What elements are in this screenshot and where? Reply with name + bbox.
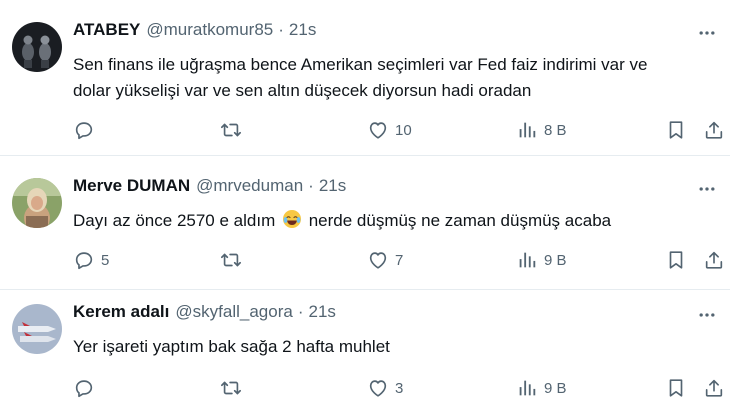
tweet-text-part: nerde düşmüş ne zaman düşmüş acaba — [308, 211, 612, 230]
bookmark-button[interactable] — [665, 374, 687, 402]
tweet-header: Kerem adalı @skyfall_agora · 21s — [73, 302, 336, 322]
user-handle[interactable]: @skyfall_agora — [175, 302, 292, 322]
separator-dot: · — [278, 20, 284, 39]
reply-button[interactable] — [73, 374, 101, 402]
like-icon — [367, 119, 389, 141]
more-icon[interactable] — [694, 176, 720, 202]
bookmark-icon — [665, 119, 687, 141]
retweet-icon — [220, 119, 242, 141]
views-icon — [516, 119, 538, 141]
share-button[interactable] — [703, 374, 725, 402]
bookmark-button[interactable] — [665, 246, 687, 274]
action-bar: 10 8 B — [73, 116, 720, 144]
separator-dot: · — [297, 302, 304, 321]
timestamp[interactable]: 21s — [289, 20, 316, 40]
tweet-text-part: Dayı az önce 2570 e aldım — [73, 211, 276, 230]
views-icon — [516, 377, 538, 399]
tweet[interactable]: Merve DUMAN @mrveduman · 21s Dayı az önc… — [0, 156, 730, 290]
user-handle[interactable]: @mrveduman — [196, 176, 303, 196]
timestamp[interactable]: 21s — [319, 176, 346, 196]
like-icon — [367, 249, 389, 271]
tweet-text-line: Yer işareti yaptım bak sağa 2 hafta muhl… — [73, 337, 390, 356]
views-button[interactable]: 8 B — [516, 116, 567, 144]
display-name[interactable]: Kerem adalı — [73, 302, 169, 322]
bookmark-button[interactable] — [665, 116, 687, 144]
tweet-header: Merve DUMAN @mrveduman · 21s — [73, 176, 346, 196]
avatar[interactable] — [12, 22, 62, 72]
more-icon[interactable] — [694, 20, 720, 46]
reply-count: 5 — [101, 251, 110, 269]
views-button[interactable]: 9 B — [516, 246, 567, 274]
more-icon[interactable] — [694, 302, 720, 328]
views-icon — [516, 249, 538, 271]
views-count: 9 B — [544, 251, 567, 269]
retweet-button[interactable] — [220, 374, 248, 402]
bookmark-icon — [665, 377, 687, 399]
reply-icon — [73, 377, 95, 399]
retweet-button[interactable] — [220, 246, 248, 274]
like-icon — [367, 377, 389, 399]
avatar[interactable] — [12, 178, 62, 228]
like-button[interactable]: 10 — [367, 116, 412, 144]
reply-icon — [73, 119, 95, 141]
share-button[interactable] — [703, 246, 725, 274]
separator-dot: · — [308, 176, 314, 195]
tweet-text: Dayı az önce 2570 e aldım nerde düşmüş n… — [73, 208, 710, 234]
like-button[interactable]: 7 — [367, 246, 403, 274]
like-count: 10 — [395, 121, 412, 139]
tweet-text-line: dolar yükselişi var ve sen altın düşecek… — [73, 81, 532, 100]
timestamp[interactable]: 21s — [309, 302, 336, 322]
tweet-header: ATABEY @muratkomur85 · 21s — [73, 20, 316, 40]
like-count: 3 — [395, 379, 404, 397]
action-bar: 5 7 9 B — [73, 246, 720, 274]
display-name[interactable]: Merve DUMAN — [73, 176, 190, 196]
reply-button[interactable] — [73, 116, 101, 144]
like-count: 7 — [395, 251, 404, 269]
tweet-text: Yer işareti yaptım bak sağa 2 hafta muhl… — [73, 334, 710, 360]
avatar[interactable] — [12, 304, 62, 354]
reply-button[interactable]: 5 — [73, 246, 109, 274]
views-count: 9 B — [544, 379, 567, 397]
tweet[interactable]: Kerem adalı @skyfall_agora · 21s Yer işa… — [0, 290, 730, 420]
share-button[interactable] — [703, 116, 725, 144]
retweet-icon — [220, 377, 242, 399]
tweet[interactable]: ATABEY @muratkomur85 · 21s Sen finans il… — [0, 0, 730, 156]
reply-icon — [73, 249, 95, 271]
tweet-text: Sen finans ile uğraşma bence Amerikan se… — [73, 52, 710, 104]
tears-of-joy-emoji-icon — [282, 210, 301, 228]
display-name[interactable]: ATABEY — [73, 20, 140, 40]
share-icon — [703, 249, 725, 271]
retweet-icon — [220, 249, 242, 271]
reply-feed: ATABEY @muratkomur85 · 21s Sen finans il… — [0, 0, 730, 420]
share-icon — [703, 377, 725, 399]
tweet-text-line: Sen finans ile uğraşma bence Amerikan se… — [73, 55, 648, 74]
share-icon — [703, 119, 725, 141]
views-button[interactable]: 9 B — [516, 374, 567, 402]
bookmark-icon — [665, 249, 687, 271]
views-count: 8 B — [544, 121, 567, 139]
retweet-button[interactable] — [220, 116, 248, 144]
like-button[interactable]: 3 — [367, 374, 403, 402]
action-bar: 3 9 B — [73, 374, 720, 402]
user-handle[interactable]: @muratkomur85 — [146, 20, 273, 40]
